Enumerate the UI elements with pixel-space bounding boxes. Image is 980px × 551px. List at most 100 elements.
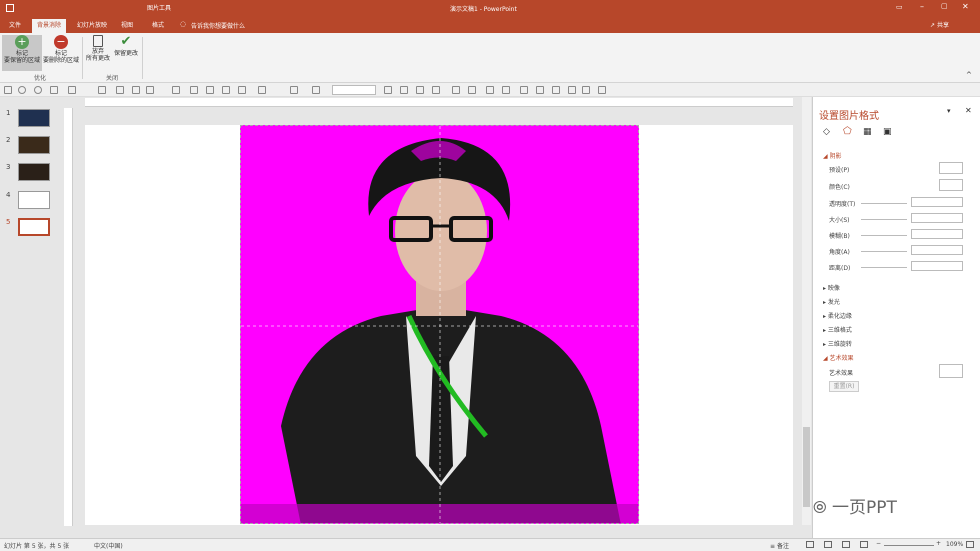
send-backward-icon[interactable]	[468, 86, 476, 94]
fill-icon[interactable]	[258, 86, 266, 94]
textbox-icon[interactable]	[116, 86, 124, 94]
group-close-label: 关闭	[106, 75, 119, 82]
zoom-level[interactable]: 109%	[946, 541, 963, 548]
artistic-effect-dropdown[interactable]	[939, 364, 963, 378]
distance-input[interactable]	[911, 261, 963, 271]
sorter-view-icon[interactable]	[824, 541, 832, 548]
section-glow[interactable]: ▸ 发光	[823, 297, 840, 306]
font-size-dropdown[interactable]	[332, 85, 376, 95]
picture-icon[interactable]: ▣	[883, 127, 892, 137]
pane-options-icon[interactable]: ▾	[947, 107, 951, 115]
bullets-icon[interactable]	[486, 86, 494, 94]
undo-icon[interactable]	[18, 86, 26, 94]
group-icon[interactable]	[238, 86, 246, 94]
redo-icon[interactable]	[34, 86, 42, 94]
section-artistic-effects[interactable]: ◢ 艺术效果	[823, 353, 854, 362]
save-icon[interactable]	[4, 86, 12, 94]
size-slider[interactable]	[861, 219, 907, 220]
text-direction-icon[interactable]	[582, 86, 590, 94]
tell-me-input[interactable]: 告诉我你想要做什么	[191, 21, 245, 30]
slide-thumbnail-1[interactable]	[18, 109, 50, 127]
ribbon-display-icon[interactable]: ▭	[896, 3, 903, 11]
section-soft-edges[interactable]: ▸ 柔化边缘	[823, 311, 852, 320]
notes-label: 备注	[776, 543, 789, 550]
pane-close-icon[interactable]: ✕	[965, 106, 972, 115]
transparency-slider[interactable]	[861, 203, 907, 204]
angle-input[interactable]	[911, 245, 963, 255]
indent-icon[interactable]	[520, 86, 528, 94]
zoom-in-icon[interactable]: +	[936, 540, 941, 547]
zoom-slider[interactable]	[884, 545, 934, 546]
select-icon[interactable]	[206, 86, 214, 94]
fill-line-icon[interactable]: ◇	[823, 127, 830, 137]
slide-thumbnail-5[interactable]	[18, 218, 50, 236]
keep-changes-button[interactable]: ✔ 保留更改	[112, 35, 140, 71]
background-removal-image[interactable]	[240, 125, 639, 524]
distance-slider[interactable]	[861, 267, 907, 268]
line-icon[interactable]	[290, 86, 298, 94]
slide-thumbnail-4[interactable]	[18, 191, 50, 209]
mark-remove-button[interactable]: − 标记 要删除的区域	[42, 35, 80, 71]
discard-changes-button[interactable]: 放弃 所有更改	[84, 35, 112, 71]
print-icon[interactable]	[68, 86, 76, 94]
vertical-scrollbar[interactable]	[802, 97, 811, 525]
fit-slide-icon[interactable]	[966, 541, 974, 548]
crop-icon[interactable]	[190, 86, 198, 94]
reset-button[interactable]: 重置(R)	[829, 381, 859, 392]
tab-view[interactable]: 视图	[116, 19, 138, 33]
maximize-icon[interactable]: ▢	[941, 2, 948, 10]
collapse-ribbon-icon[interactable]: ^	[966, 71, 972, 79]
shape-fill-icon[interactable]	[312, 86, 320, 94]
language-status[interactable]: 中文(中国)	[94, 541, 123, 550]
blur-slider[interactable]	[861, 235, 907, 236]
reading-view-icon[interactable]	[842, 541, 850, 548]
scroll-thumb[interactable]	[803, 427, 810, 507]
table-icon[interactable]	[132, 86, 140, 94]
slideshow-view-icon[interactable]	[860, 541, 868, 548]
mark-keep-button[interactable]: + 标记 要保留的区域	[2, 35, 42, 71]
zoom-out-icon[interactable]: −	[876, 540, 881, 547]
section-3d-rotation[interactable]: ▸ 三维旋转	[823, 339, 852, 348]
align-right-icon[interactable]	[416, 86, 424, 94]
slide-thumbnail-3[interactable]	[18, 163, 50, 181]
more-icon[interactable]	[598, 86, 606, 94]
numbering-icon[interactable]	[502, 86, 510, 94]
minimize-icon[interactable]: –	[920, 2, 924, 11]
line-spacing-icon[interactable]	[552, 86, 560, 94]
vertical-ruler[interactable]	[64, 108, 73, 526]
share-button[interactable]: ↗ 共享	[930, 20, 949, 29]
transparency-input[interactable]	[911, 197, 963, 207]
slide-thumbnail-2[interactable]	[18, 136, 50, 154]
rotate-icon[interactable]	[222, 86, 230, 94]
trash-icon	[93, 35, 103, 47]
tab-background-removal[interactable]: 背景消除	[32, 19, 67, 33]
notes-button[interactable]: ≡ 备注	[770, 541, 789, 550]
close-icon[interactable]: ✕	[962, 2, 969, 11]
bring-forward-icon[interactable]	[452, 86, 460, 94]
normal-view-icon[interactable]	[806, 541, 814, 548]
section-shadow[interactable]: ◢ 阴影	[823, 151, 842, 160]
save-icon[interactable]	[6, 4, 14, 12]
columns-icon[interactable]	[568, 86, 576, 94]
font-color-icon[interactable]	[98, 86, 106, 94]
size-input[interactable]	[911, 213, 963, 223]
color-dropdown[interactable]	[939, 179, 963, 191]
outdent-icon[interactable]	[536, 86, 544, 94]
tab-format[interactable]: 格式	[147, 19, 169, 33]
preset-dropdown[interactable]	[939, 162, 963, 174]
arrow-icon[interactable]	[146, 86, 154, 94]
shape-icon[interactable]	[172, 86, 180, 94]
distribute-icon[interactable]	[432, 86, 440, 94]
angle-slider[interactable]	[861, 251, 907, 252]
horizontal-ruler[interactable]	[85, 98, 793, 107]
blur-input[interactable]	[911, 229, 963, 239]
tab-slideshow[interactable]: 幻灯片放映	[72, 19, 112, 33]
section-reflection[interactable]: ▸ 映像	[823, 283, 840, 292]
effects-icon[interactable]: ⬠	[843, 126, 852, 137]
tab-file[interactable]: 文件	[4, 19, 26, 33]
section-3d-format[interactable]: ▸ 三维格式	[823, 325, 852, 334]
align-center-icon[interactable]	[400, 86, 408, 94]
size-properties-icon[interactable]: ▦	[863, 127, 872, 137]
align-left-icon[interactable]	[384, 86, 392, 94]
present-icon[interactable]	[50, 86, 58, 94]
